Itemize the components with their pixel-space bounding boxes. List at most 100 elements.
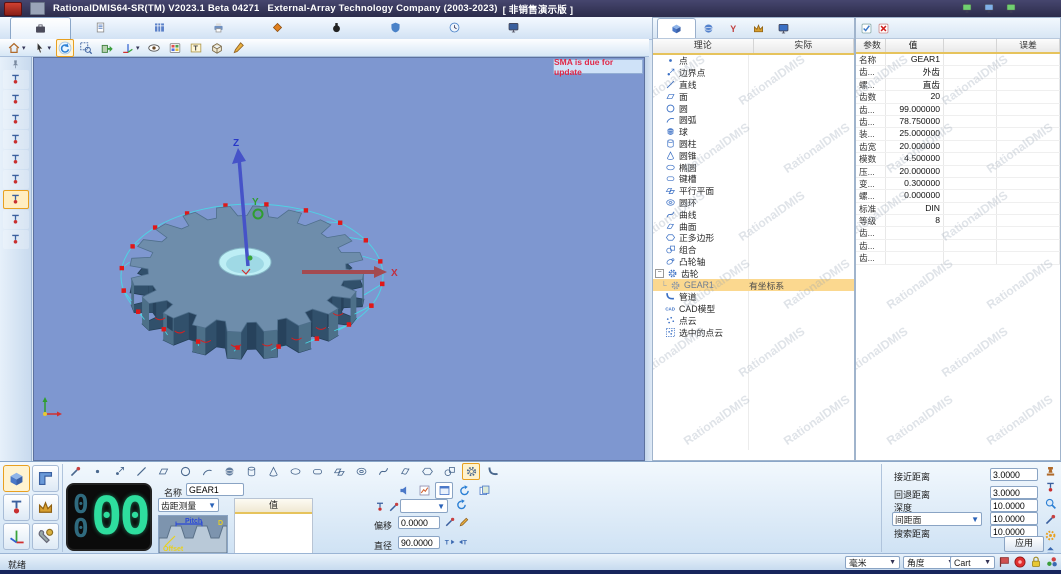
magnifier-button[interactable]	[1042, 496, 1058, 510]
param-row-齿...[interactable]: 齿...外齿	[856, 66, 1060, 78]
probe-tool-9[interactable]	[3, 230, 29, 249]
tree-item-管道[interactable]: 管道	[653, 291, 854, 303]
path-input-回退距离[interactable]	[990, 486, 1038, 499]
offset-probe-pen-icon[interactable]	[444, 516, 456, 528]
tree-item-选中的点云[interactable]: 选中的点云	[653, 326, 854, 338]
home-button[interactable]: ▾	[5, 39, 28, 57]
path-input-间距面[interactable]	[990, 512, 1038, 525]
pushpin-icon[interactable]	[10, 59, 21, 70]
avoid-plane-select[interactable]: 间距面▼	[892, 512, 982, 526]
probe-tool-8[interactable]	[3, 210, 29, 229]
apply-button[interactable]: 应用	[1004, 536, 1044, 552]
close-red-icon[interactable]	[877, 22, 890, 35]
probe-tool-2[interactable]	[3, 90, 29, 109]
param-row-变...[interactable]: 变...0.300000	[856, 178, 1060, 190]
units-select[interactable]: 毫米▼	[845, 556, 900, 569]
tree-item-曲面[interactable]: 曲面	[653, 220, 854, 232]
param-row-齿...[interactable]: 齿...99.000000	[856, 104, 1060, 116]
probe-pen-icon[interactable]	[388, 501, 400, 513]
diameter-tag-back-icon[interactable]: T	[458, 536, 470, 548]
feature-surface-button[interactable]	[396, 463, 414, 480]
tree-tab-filter-y[interactable]: Y	[721, 19, 746, 38]
probe-button[interactable]	[1042, 480, 1058, 494]
tools-button[interactable]	[32, 523, 59, 550]
tree-item-圆锥[interactable]: 圆锥	[653, 149, 854, 161]
feature-combo-button[interactable]	[440, 463, 458, 480]
path-input-深度[interactable]	[990, 499, 1038, 512]
feature-pipe-button[interactable]	[484, 463, 502, 480]
coord-select[interactable]: Cart▼	[950, 556, 995, 569]
export-button[interactable]	[98, 39, 116, 57]
status-multi[interactable]	[1045, 555, 1059, 569]
caliper-button[interactable]	[32, 465, 59, 492]
feature-cylinder-button[interactable]	[242, 463, 260, 480]
tree-item-平行平面[interactable]: 平行平面	[653, 185, 854, 197]
tree-item-直线[interactable]: 直线	[653, 79, 854, 91]
param-row-标准[interactable]: 标准DIN	[856, 203, 1060, 215]
ribbon-tab-clock[interactable]	[425, 17, 484, 38]
tree-item-GEAR1[interactable]: └GEAR1有坐标系	[653, 279, 854, 291]
tree-item-点云[interactable]: 点云	[653, 315, 854, 327]
tree-item-圆[interactable]: 圆	[653, 102, 854, 114]
tree-item-球[interactable]: 球	[653, 126, 854, 138]
panel-splitter[interactable]	[645, 57, 652, 461]
tree-item-圆环[interactable]: 圆环	[653, 197, 854, 209]
check-box-icon[interactable]	[860, 22, 873, 35]
probe-tool-7[interactable]	[3, 190, 29, 209]
feature-point-button[interactable]	[88, 463, 106, 480]
tree-item-边界点[interactable]: 边界点	[653, 67, 854, 79]
tree-tab-sphere[interactable]	[696, 19, 721, 38]
ribbon-tab-ink[interactable]	[307, 17, 366, 38]
eye-button[interactable]	[145, 39, 163, 57]
tree-item-CAD模型[interactable]: CADCAD模型	[653, 303, 854, 315]
param-row-齿...[interactable]: 齿...	[856, 240, 1060, 252]
probe-button[interactable]	[3, 494, 30, 521]
tree-column-theoretical[interactable]: 理论	[653, 39, 754, 53]
feature-cone-button[interactable]	[264, 463, 282, 480]
offset-input[interactable]	[398, 516, 440, 529]
probe-tool-3[interactable]	[3, 110, 29, 129]
param-row-名称[interactable]: 名称GEAR1	[856, 54, 1060, 66]
viewport-canvas[interactable]: ZXY	[34, 58, 645, 460]
feature-probe-pen-button[interactable]	[66, 463, 84, 480]
param-row-齿宽[interactable]: 齿宽20.000000	[856, 141, 1060, 153]
tree-item-齿轮[interactable]: −齿轮	[653, 267, 854, 279]
tree-item-曲线[interactable]: 曲线	[653, 208, 854, 220]
refresh-button[interactable]	[56, 39, 74, 57]
ribbon-tab-diamond[interactable]	[248, 17, 307, 38]
strategy-select[interactable]: ▼	[400, 499, 448, 513]
feature-circle-button[interactable]	[176, 463, 194, 480]
feature-torus-button[interactable]	[352, 463, 370, 480]
window-toggle[interactable]	[435, 482, 453, 499]
ribbon-tab-printer[interactable]	[189, 17, 248, 38]
feature-polygon-button[interactable]	[418, 463, 436, 480]
tree-tab-crown[interactable]	[746, 19, 771, 38]
ribbon-tab-grid[interactable]	[130, 17, 189, 38]
tree-item-正多边形[interactable]: 正多边形	[653, 232, 854, 244]
ribbon-tab-shield[interactable]	[366, 17, 425, 38]
param-row-螺...[interactable]: 螺...0.000000	[856, 190, 1060, 202]
feature-line-button[interactable]	[132, 463, 150, 480]
feature-sphere-button[interactable]	[220, 463, 238, 480]
feature-ellipse-button[interactable]	[286, 463, 304, 480]
offset-edit-icon[interactable]	[458, 516, 470, 528]
probe-tool-5[interactable]	[3, 150, 29, 169]
param-row-齿...[interactable]: 齿...	[856, 252, 1060, 264]
viewport-3d[interactable]: ZXY SMA is due for update	[33, 57, 645, 461]
tree-tab-monitor[interactable]	[771, 19, 796, 38]
cards-toggle[interactable]	[475, 482, 493, 499]
column-value[interactable]: 值	[886, 39, 944, 52]
tree-item-组合[interactable]: 组合	[653, 244, 854, 256]
feature-boundary-point-button[interactable]	[110, 463, 128, 480]
ribbon-tab-document[interactable]	[71, 17, 130, 38]
ribbon-tab-monitor[interactable]	[484, 17, 543, 38]
speaker-toggle[interactable]	[395, 482, 413, 499]
status-stop-red[interactable]	[1013, 555, 1027, 569]
probe-pen-button[interactable]	[1042, 512, 1058, 526]
status-flag-red[interactable]	[997, 555, 1011, 569]
text-note-button[interactable]: T	[187, 39, 205, 57]
feature-name-input[interactable]	[186, 483, 244, 496]
diameter-tag-fwd-icon[interactable]: T	[444, 536, 456, 548]
tree-item-椭圆[interactable]: 椭圆	[653, 161, 854, 173]
gear-mode-select[interactable]: 齿距测量 ▼	[158, 498, 219, 512]
